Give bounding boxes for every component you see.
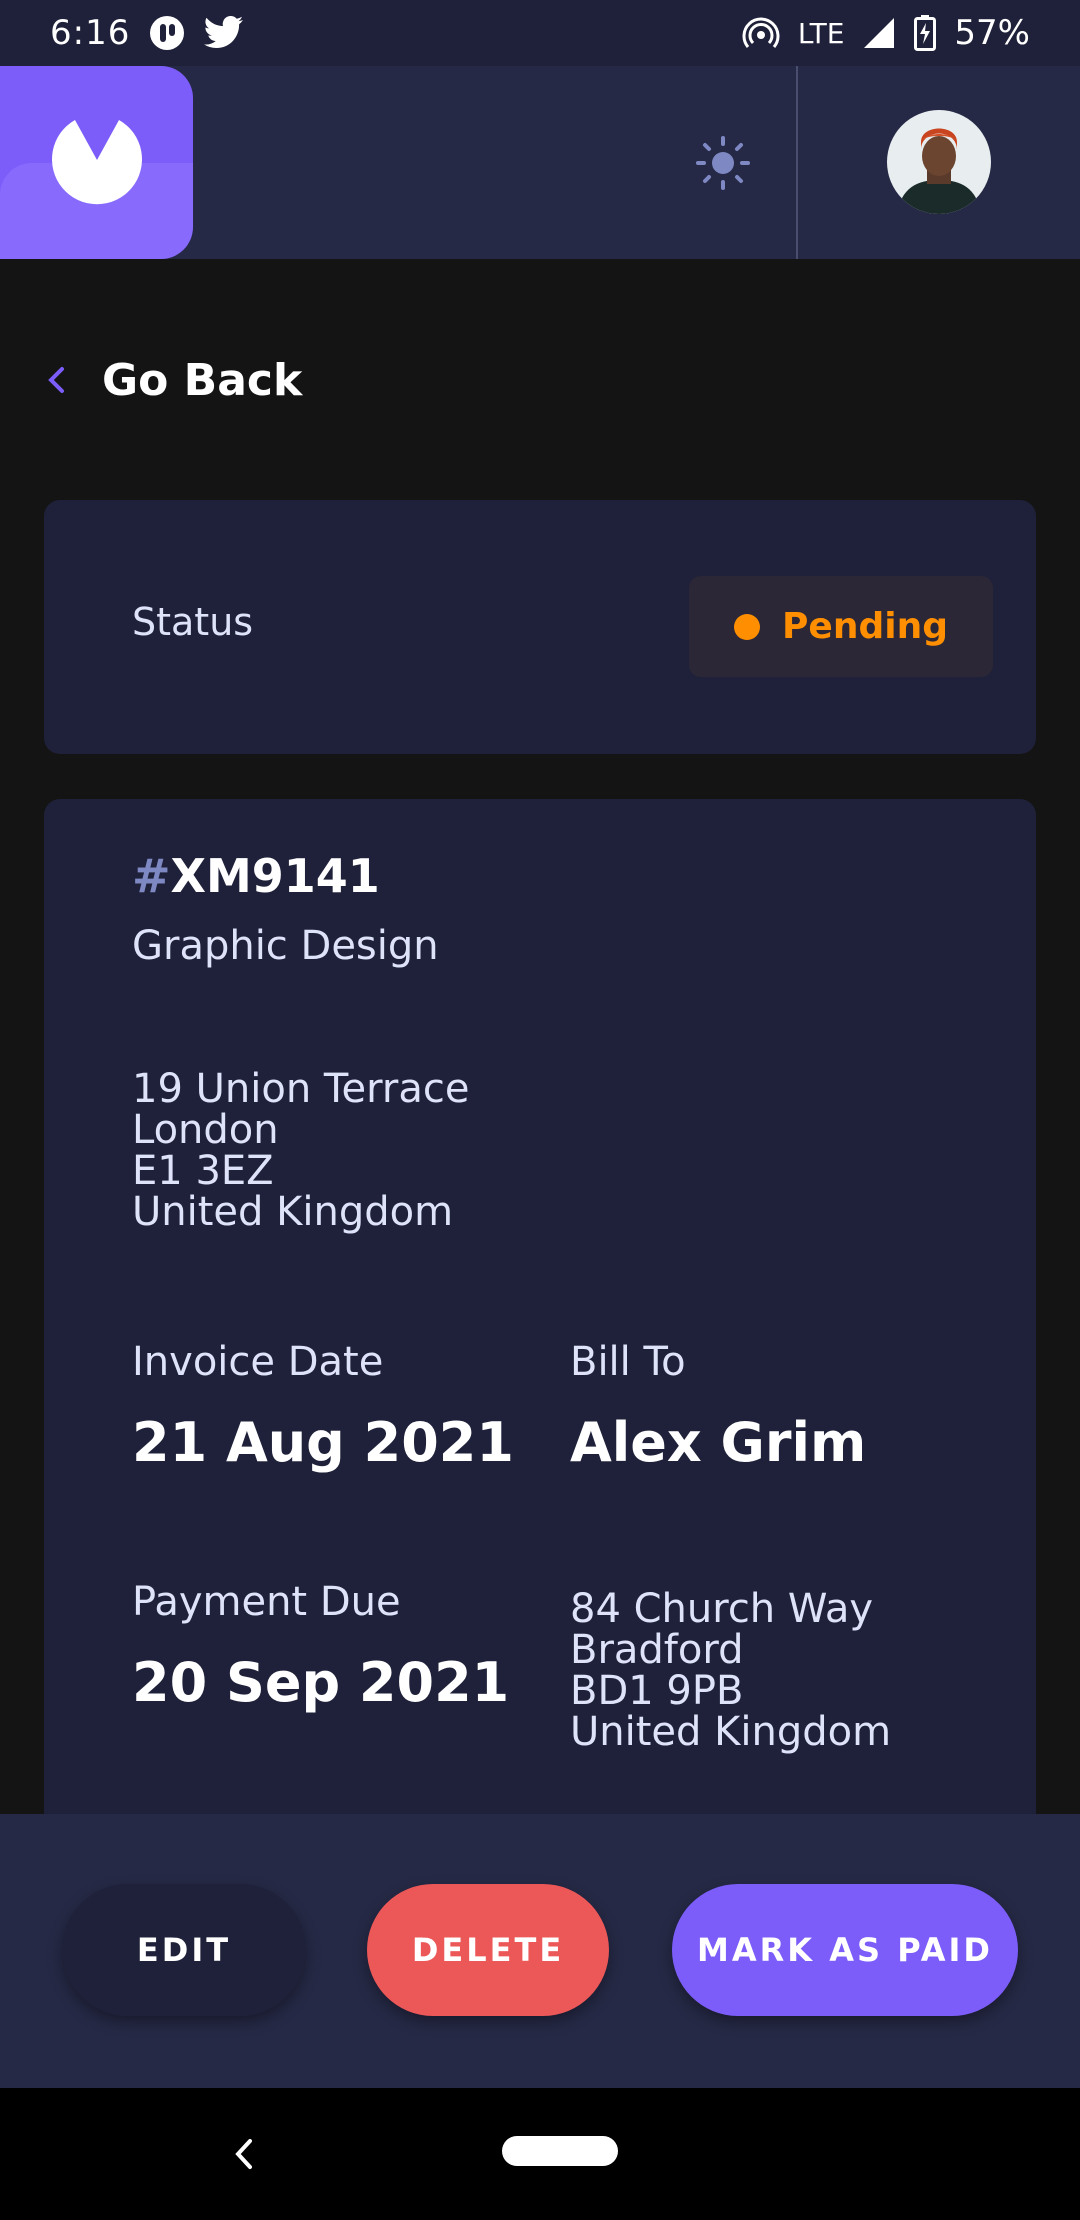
- signal-icon: [862, 16, 896, 50]
- client-post-code: BD1 9PB: [570, 1668, 744, 1714]
- battery-percent: 57%: [954, 13, 1030, 53]
- sender-street: 19 Union Terrace: [132, 1066, 470, 1112]
- edit-button[interactable]: EDIT: [62, 1884, 306, 2016]
- status-card: Status Pending: [44, 500, 1036, 754]
- app-logo[interactable]: [0, 66, 193, 259]
- status-badge: Pending: [689, 576, 993, 677]
- client-country: United Kingdom: [570, 1709, 892, 1755]
- notification-app-icon: [148, 14, 186, 52]
- invoice-date-value: 21 Aug 2021: [132, 1411, 514, 1474]
- user-avatar[interactable]: [887, 110, 991, 214]
- system-navigation-bar: [0, 2088, 1080, 2220]
- mark-as-paid-button[interactable]: MARK AS PAID: [672, 1884, 1018, 2016]
- status-label: Status: [132, 600, 254, 644]
- theme-toggle-button[interactable]: [690, 130, 756, 196]
- invoice-id-hash: #: [132, 849, 171, 903]
- sender-city: London: [132, 1107, 279, 1153]
- sun-icon: [696, 136, 750, 190]
- client-street: 84 Church Way: [570, 1586, 874, 1632]
- app-logo-icon: [51, 119, 142, 204]
- invoice-detail-card: #XM9141 Graphic Design 19 Union Terrace …: [44, 799, 1036, 1819]
- sender-country: United Kingdom: [132, 1189, 454, 1235]
- system-status-bar: 6:16 LTE 57%: [0, 0, 1080, 66]
- status-dot-icon: [734, 613, 761, 640]
- app-header: [0, 66, 1080, 259]
- hotspot-icon: [742, 16, 780, 50]
- chevron-left-icon: [48, 367, 64, 393]
- battery-charging-icon: [914, 15, 937, 51]
- client-address: 84 Church Way Bradford BD1 9PB United Ki…: [570, 1589, 891, 1753]
- client-name: Alex Grim: [570, 1411, 867, 1474]
- payment-due-label: Payment Due: [132, 1579, 401, 1625]
- client-city: Bradford: [570, 1627, 744, 1673]
- header-divider: [796, 66, 798, 259]
- back-chevron-icon: [235, 2139, 252, 2169]
- status-text: Pending: [782, 606, 948, 647]
- status-time: 6:16: [50, 13, 131, 53]
- system-home-pill[interactable]: [502, 2136, 618, 2166]
- payment-due-value: 20 Sep 2021: [132, 1651, 510, 1714]
- sender-address: 19 Union Terrace London E1 3EZ United Ki…: [132, 1069, 469, 1233]
- bill-to-label: Bill To: [570, 1339, 686, 1385]
- delete-button[interactable]: DELETE: [367, 1884, 609, 2016]
- invoice-id-value: XM9141: [170, 849, 380, 903]
- network-type: LTE: [797, 16, 845, 50]
- invoice-date-label: Invoice Date: [132, 1339, 384, 1385]
- system-back-button[interactable]: [222, 2132, 266, 2176]
- twitter-icon: [204, 16, 244, 50]
- sender-post-code: E1 3EZ: [132, 1148, 274, 1194]
- go-back-label: Go Back: [102, 354, 303, 406]
- invoice-action-bar: EDIT DELETE MARK AS PAID: [0, 1814, 1080, 2088]
- invoice-description: Graphic Design: [132, 923, 439, 969]
- invoice-id: #XM9141: [132, 849, 380, 903]
- go-back-button[interactable]: Go Back: [44, 345, 302, 415]
